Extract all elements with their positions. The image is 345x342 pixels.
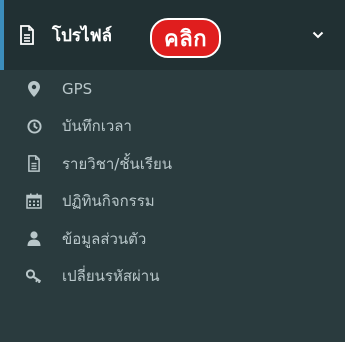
profile-menu-toggle[interactable]: โปรไฟล์ คลิก — [0, 0, 345, 70]
profile-submenu: GPS บันทึกเวลา รายวิชา/ชั้นเรียน ปฏิทินก… — [0, 70, 345, 295]
key-icon — [26, 268, 42, 284]
submenu-item-personal-info[interactable]: ข้อมูลส่วนตัว — [0, 220, 345, 258]
calendar-icon — [26, 193, 42, 209]
submenu-item-timestamp[interactable]: บันทึกเวลา — [0, 108, 345, 146]
user-icon — [26, 231, 42, 247]
submenu-item-gps[interactable]: GPS — [0, 70, 345, 108]
clock-icon — [26, 118, 42, 134]
submenu-item-label: ปฏิทินกิจกรรม — [62, 192, 155, 211]
submenu-item-calendar[interactable]: ปฏิทินกิจกรรม — [0, 183, 345, 221]
click-badge: คลิก — [150, 18, 222, 58]
submenu-item-label: GPS — [62, 79, 93, 98]
submenu-item-courses[interactable]: รายวิชา/ชั้นเรียน — [0, 145, 345, 183]
sidebar-menu: โปรไฟล์ คลิก GPS บันทึกเวลา รายวิชา/ชั้น… — [0, 0, 345, 342]
document-icon — [16, 24, 38, 46]
document-icon — [26, 155, 42, 173]
submenu-item-label: ข้อมูลส่วนตัว — [62, 229, 147, 248]
chevron-down-icon — [309, 26, 327, 44]
map-marker-icon — [26, 80, 42, 97]
submenu-item-label: รายวิชา/ชั้นเรียน — [62, 154, 173, 173]
submenu-item-label: บันทึกเวลา — [62, 117, 132, 136]
profile-menu-label: โปรไฟล์ — [52, 25, 113, 46]
submenu-item-label: เปลี่ยนรหัสผ่าน — [62, 267, 160, 286]
submenu-item-change-password[interactable]: เปลี่ยนรหัสผ่าน — [0, 258, 345, 296]
